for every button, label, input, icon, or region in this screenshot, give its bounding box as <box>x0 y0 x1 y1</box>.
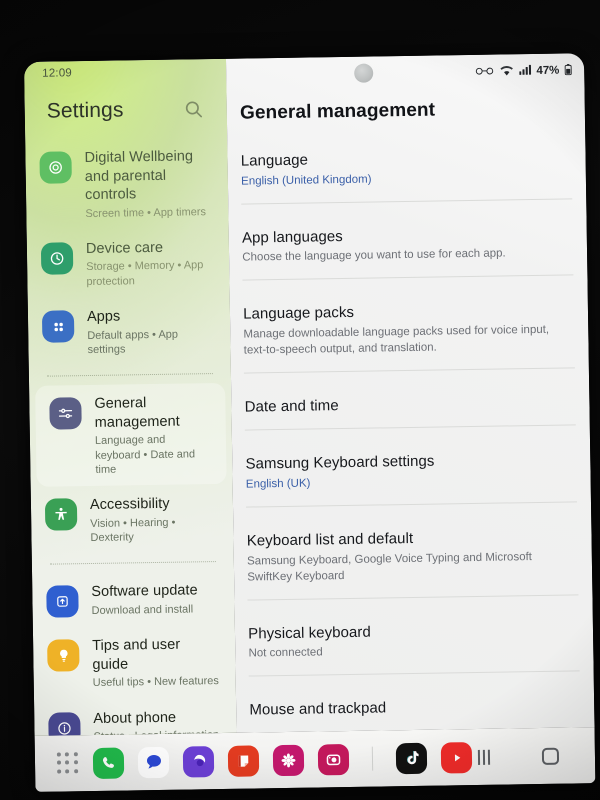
sidebar-item-about-phone[interactable]: About phoneStatus • Legal information • … <box>34 697 237 736</box>
apps-grid-icon[interactable] <box>56 752 79 774</box>
photograph-of-phone: 12:09 Settings Digital Wellbeing and par… <box>0 0 600 800</box>
setting-row-label: Date and time <box>244 396 339 416</box>
setting-row-app-languages[interactable]: App languages Choose the language you wan… <box>229 212 588 280</box>
setting-row-label: Language packs <box>243 304 355 323</box>
setting-row-language-packs[interactable]: Language packs Manage downloadable langua… <box>230 288 589 372</box>
setting-row-value: Samsung Keyboard, Google Voice Typing an… <box>246 550 533 584</box>
accessibility-icon <box>44 498 78 531</box>
sidebar-item-label: General management <box>94 395 180 431</box>
setting-row-date-and-time[interactable]: Date and time <box>231 381 589 430</box>
setting-row-keyboard-list-and-default[interactable]: Keyboard list and default Samsung Keyboar… <box>233 515 592 599</box>
sidebar-item-text: Software update Download and install <box>91 581 198 619</box>
sidebar-item-text: General management Language and keyboard … <box>94 392 210 477</box>
camera-app-icon[interactable] <box>317 743 350 775</box>
phone-app-icon[interactable] <box>92 747 125 779</box>
sidebar-item-sublabel: Useful tips • New features <box>92 675 219 690</box>
sidebar-item-device-care[interactable]: Device care Storage • Memory • App protec… <box>27 228 230 299</box>
taskbar-apps <box>56 741 473 780</box>
sidebar-item-sublabel: Vision • Hearing • Dexterity <box>90 516 176 545</box>
setting-row-label: Mouse and trackpad <box>249 699 387 719</box>
setting-row-label: App languages <box>241 227 343 247</box>
setting-row-samsung-keyboard-settings[interactable]: Samsung Keyboard settings English (UK) <box>232 439 591 507</box>
setting-row-value: Not connected <box>248 646 323 660</box>
section-divider <box>46 373 214 377</box>
sidebar-item-general-management[interactable]: General management Language and keyboard … <box>35 383 227 488</box>
sidebar-item-sublabel: Screen time • App timers <box>85 205 207 220</box>
taskbar <box>34 727 596 792</box>
settings-header: Settings <box>24 85 227 140</box>
tiktok-app-icon[interactable] <box>395 742 428 774</box>
about-phone-icon <box>48 711 81 736</box>
battery-percentage: 47% <box>536 64 560 77</box>
setting-row-label: Samsung Keyboard settings <box>245 453 435 474</box>
recents-button[interactable] <box>472 745 496 769</box>
general-management-pane: 47% General management Language English (… <box>226 53 595 733</box>
apps-icon <box>41 310 75 343</box>
setting-row-physical-keyboard[interactable]: Physical keyboard Not connected <box>235 608 594 676</box>
sidebar-item-text: Apps Default apps • App settings <box>87 305 215 357</box>
setting-row-language[interactable]: Language English (United Kingdom) <box>227 135 586 203</box>
sidebar-item-text: About phoneStatus • Legal information • … <box>93 707 221 735</box>
setting-row-value: English (UK) <box>245 477 311 491</box>
setting-row-label: Keyboard list and default <box>246 529 414 550</box>
sidebar-item-text: Tips and user guide Useful tips • New fea… <box>92 634 220 690</box>
sidebar-item-label: Device care <box>85 239 164 257</box>
sidebar-item-sublabel: Language and keyboard • Date and time <box>94 434 196 476</box>
setting-row-value: Choose the language you want to use for … <box>242 247 506 264</box>
sidebar-item-tips-and-user-guide[interactable]: Tips and user guide Useful tips • New fea… <box>33 625 236 701</box>
setting-row-label: Language <box>240 151 309 170</box>
sidebar-item-apps[interactable]: Apps Default apps • App settings <box>28 296 231 367</box>
general-management-title: General management <box>239 99 436 124</box>
phone-screen: 12:09 Settings Digital Wellbeing and par… <box>24 53 596 792</box>
sidebar-item-text: Device care Storage • Memory • App protec… <box>86 237 214 289</box>
tips-icon <box>47 639 80 673</box>
navigation-bar <box>472 742 596 769</box>
sidebar-item-text: Accessibility Vision • Hearing • Dexterit… <box>90 493 218 545</box>
page-title: Settings <box>46 98 124 123</box>
sidebar-item-text: Digital Wellbeing and parental controls S… <box>84 146 212 221</box>
sidebar-item-sublabel: Download and install <box>91 603 194 617</box>
battery-icon <box>564 63 572 78</box>
sidebar-item-label: Apps <box>86 308 121 326</box>
setting-row-label: Physical keyboard <box>248 623 371 643</box>
digital-wellbeing-icon <box>39 151 72 184</box>
sidebar-item-accessibility[interactable]: Accessibility Vision • Hearing • Dexterit… <box>31 484 234 555</box>
split-screen-container: 12:09 Settings Digital Wellbeing and par… <box>24 53 595 736</box>
general-management-icon <box>49 397 82 430</box>
setting-row-value: English (United Kingdom) <box>241 173 372 188</box>
setting-row-mouse-and-trackpad[interactable]: Mouse and trackpad <box>236 684 594 732</box>
signal-bars-icon <box>519 64 532 78</box>
sidebar-item-sublabel: Storage • Memory • App protection <box>86 259 204 288</box>
software-update-icon <box>46 585 79 619</box>
notes-app-icon[interactable] <box>227 744 260 777</box>
sidebar-item-label: Software update <box>91 582 198 601</box>
search-icon[interactable] <box>183 98 205 120</box>
sidebar-item-label: Accessibility <box>89 495 170 514</box>
internet-app-icon[interactable] <box>182 745 215 778</box>
device-care-icon <box>40 242 74 275</box>
general-management-item-list: Language English (United Kingdom) App lang… <box>227 135 594 733</box>
setting-row-value: Manage downloadable language packs used … <box>243 323 550 357</box>
settings-item-list: Digital Wellbeing and parental controls S… <box>25 137 237 736</box>
taskbar-divider <box>371 746 374 771</box>
glasses-icon <box>475 65 494 78</box>
messages-app-icon[interactable] <box>137 746 170 778</box>
sidebar-item-label: About phone <box>93 709 177 727</box>
sidebar-item-software-update[interactable]: Software update Download and install <box>32 571 235 628</box>
youtube-app-icon[interactable] <box>440 741 473 774</box>
sidebar-item-digital-wellbeing-and-parental-controls[interactable]: Digital Wellbeing and parental controls S… <box>25 137 229 231</box>
sidebar-item-label: Tips and user guide <box>92 636 181 673</box>
status-bar-time: 12:09 <box>42 67 73 80</box>
section-divider <box>49 561 217 565</box>
home-button[interactable] <box>538 744 562 768</box>
sidebar-item-label: Digital Wellbeing and parental controls <box>84 148 194 204</box>
wifi-icon <box>499 64 514 79</box>
sidebar-item-sublabel: Default apps • App settings <box>87 328 179 356</box>
flower-app-icon[interactable] <box>272 744 305 776</box>
settings-list-pane: 12:09 Settings Digital Wellbeing and par… <box>24 58 237 736</box>
